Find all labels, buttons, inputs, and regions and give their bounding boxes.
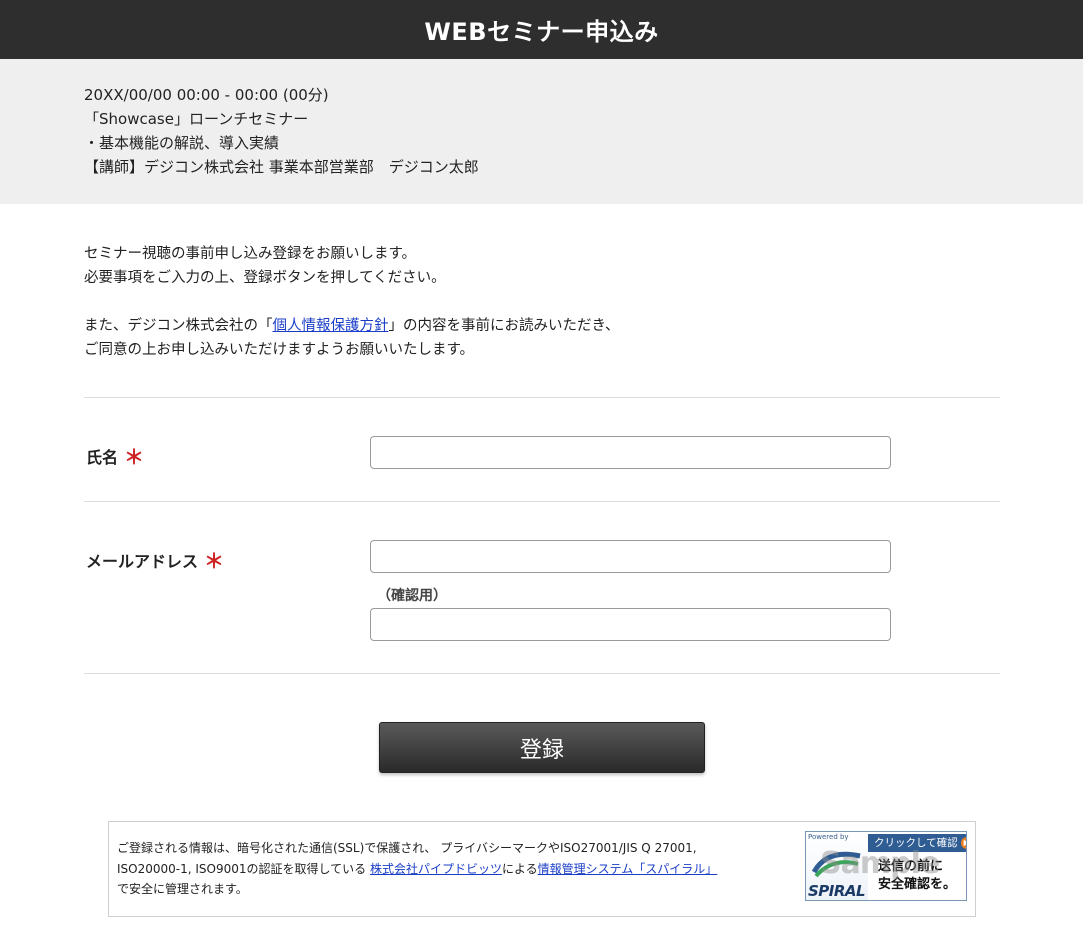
spiral-security-badge[interactable]: Powered by SPIRAL クリックして確認▶ 送信の前に 安全確認を。… — [805, 831, 967, 901]
security-line-2-middle: による — [501, 861, 538, 876]
spiral-system-link[interactable]: 情報管理システム「スパイラル」 — [538, 862, 718, 876]
intro-line-2: 必要事項をご入力の上、登録ボタンを押してください。 — [84, 270, 446, 286]
submit-area: 登録 — [0, 674, 1083, 822]
email-confirm-input[interactable] — [370, 608, 891, 641]
intro-line-3-after: 」の内容を事前にお読みいただき、 — [388, 318, 620, 334]
name-label: 氏名 ＊ — [86, 440, 144, 469]
required-mark: ＊ — [124, 445, 145, 469]
badge-message-line-2: 安全確認を。 — [878, 877, 957, 892]
email-input[interactable] — [370, 540, 891, 573]
security-text: ご登録される情報は、暗号化された通信(SSL)で保護され、 プライバシーマークや… — [117, 838, 717, 900]
email-confirm-label: （確認用） — [377, 588, 447, 604]
intro-line-1: セミナー視聴の事前申し込み登録をお願いします。 — [84, 246, 417, 262]
security-line-1: ご登録される情報は、暗号化された通信(SSL)で保護され、 プライバシーマークや… — [117, 841, 697, 855]
page-title: WEBセミナー申込み — [424, 18, 659, 46]
name-label-text: 氏名 — [86, 448, 119, 467]
badge-click-bar: クリックして確認▶ — [868, 834, 966, 852]
intro-text: セミナー視聴の事前申し込み登録をお願いします。 必要事項をご入力の上、登録ボタン… — [0, 204, 1083, 397]
register-button[interactable]: 登録 — [379, 722, 705, 773]
seminar-topic: ・基本機能の解説、導入実績 — [84, 134, 280, 152]
seminar-speaker: 【講師】デジコン株式会社 事業本部営業部 デジコン太郎 — [84, 158, 479, 176]
badge-message-line-1: 送信の前に — [878, 859, 944, 874]
required-mark: ＊ — [204, 549, 225, 573]
spiral-swoosh-icon — [812, 851, 861, 878]
privacy-policy-link[interactable]: 個人情報保護方針 — [273, 318, 389, 334]
badge-click-text: クリックして確認 — [874, 837, 958, 849]
badge-message: 送信の前に 安全確認を。 — [878, 858, 956, 894]
intro-line-3: また、デジコン株式会社の「個人情報保護方針」の内容を事前にお読みいただき、 — [84, 314, 1083, 338]
spiral-logo: SPIRAL — [808, 882, 866, 900]
play-arrow-icon: ▶ — [960, 837, 966, 849]
security-line-2-before: ISO20000-1, ISO9001の認証を取得している — [117, 861, 370, 876]
powered-by-label: Powered by — [808, 833, 849, 841]
email-label-text: メールアドレス — [86, 552, 199, 571]
badge-message-area: クリックして確認▶ 送信の前に 安全確認を。 — [868, 832, 966, 900]
name-input[interactable] — [370, 436, 891, 469]
page-header: WEBセミナー申込み — [0, 0, 1083, 59]
seminar-datetime: 20XX/00/00 00:00 - 00:00 (00分) — [84, 86, 329, 104]
seminar-name: 「Showcase」ローンチセミナー — [84, 110, 309, 128]
form-row-name: 氏名 ＊ — [84, 398, 1000, 502]
intro-line-4: ご同意の上お申し込みいただけますようお願いいたします。 — [84, 342, 475, 358]
email-label: メールアドレス ＊ — [86, 544, 224, 573]
seminar-info-panel: 20XX/00/00 00:00 - 00:00 (00分) 「Showcase… — [0, 59, 1083, 204]
intro-spacer — [84, 290, 1083, 314]
form-row-email: メールアドレス ＊ （確認用） — [84, 502, 1000, 674]
security-line-3: で安全に管理されます。 — [117, 882, 248, 896]
security-line-2: ISO20000-1, ISO9001の認証を取得している 株式会社パイプドビッ… — [117, 859, 717, 880]
intro-line-3-before: また、デジコン株式会社の「 — [84, 318, 273, 334]
pipedbits-link[interactable]: 株式会社パイプドビッツ — [370, 862, 502, 876]
registration-form: 氏名 ＊ メールアドレス ＊ （確認用） — [84, 397, 1000, 674]
badge-logo-area: Powered by SPIRAL — [806, 832, 868, 900]
security-notice: ご登録される情報は、暗号化された通信(SSL)で保護され、 プライバシーマークや… — [108, 821, 976, 917]
